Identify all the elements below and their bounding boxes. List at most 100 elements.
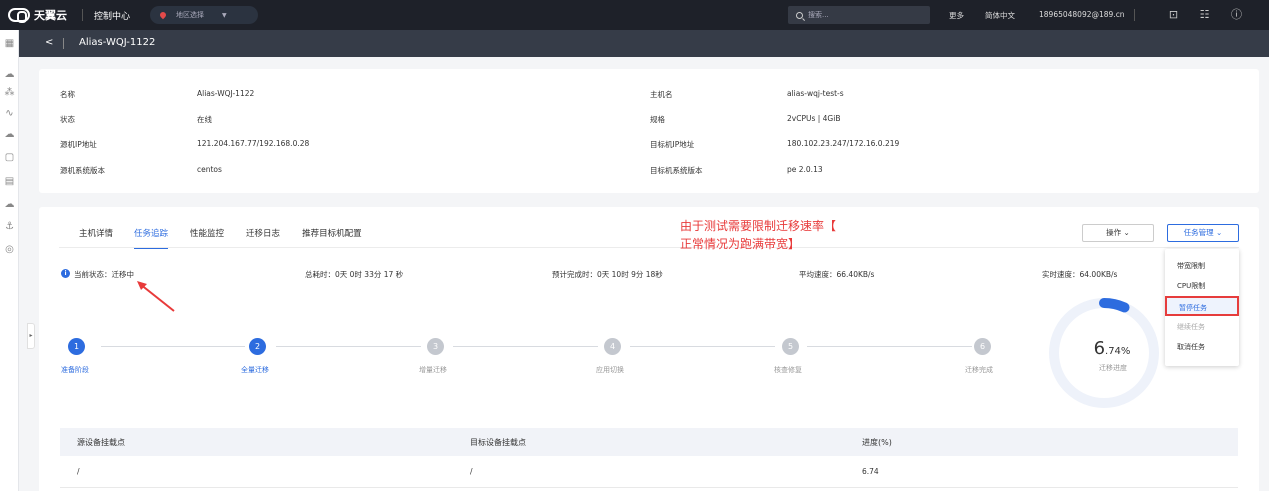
realtime-speed: 实时速度：64.00KB/s: [1042, 270, 1118, 279]
task-management-menu: 带宽限制 CPU限制 暂停任务 继续任务 取消任务: [1165, 249, 1239, 366]
cloud-icon[interactable]: ☁: [4, 69, 15, 80]
document-icon[interactable]: ▤: [4, 176, 15, 187]
task-tracking-card: 主机详情 任务追踪 性能监控 迁移日志 推荐目标机配置 由于测试需要限制迁移速率…: [39, 207, 1259, 491]
target-os-label: 目标机系统版本: [650, 166, 703, 175]
cloud-logo-icon: [8, 8, 30, 23]
region-select[interactable]: 地区选择 ▼: [150, 6, 258, 24]
hostname-value: alias-wqj-test-s: [787, 89, 844, 98]
annotation-line-2: 正常情况为跑满带宽】: [680, 237, 801, 251]
tab-recommended-config[interactable]: 推荐目标机配置: [302, 227, 362, 249]
step-connector: [453, 346, 598, 347]
chat-icon[interactable]: ◎: [4, 244, 15, 255]
anchor-icon[interactable]: ⚓: [4, 221, 15, 232]
chevron-down-icon: ▼: [222, 11, 227, 19]
location-pin-icon: [158, 10, 168, 20]
grid-menu-icon[interactable]: ▦: [4, 38, 15, 49]
tab-migration-log[interactable]: 迁移日志: [246, 227, 280, 249]
page-icon[interactable]: ▢: [4, 152, 15, 163]
name-label: 名称: [60, 90, 75, 99]
search-placeholder: 搜索...: [808, 11, 829, 19]
tab-underline: [59, 247, 1239, 248]
top-bar: 天翼云 控制中心 地区选择 ▼ 搜索... 更多 简体中文 1896504809…: [0, 0, 1269, 30]
annotation-arrow-icon: [137, 281, 175, 312]
region-placeholder: 地区选择: [176, 11, 204, 19]
step-2-label: 全量迁移: [241, 366, 269, 374]
more-link[interactable]: 更多: [949, 10, 964, 21]
divider: [63, 38, 64, 49]
step-3-circle: 3: [427, 338, 444, 355]
progress-dec: .74%: [1105, 346, 1131, 357]
hostname-label: 主机名: [650, 90, 673, 99]
step-5-circle: 5: [782, 338, 799, 355]
table-cell: /: [470, 467, 473, 476]
menu-item-cancel-task[interactable]: 取消任务: [1165, 337, 1239, 357]
brand-logo[interactable]: 天翼云: [8, 7, 67, 23]
column-header: 源设备挂载点: [77, 438, 125, 447]
source-ip-value: 121.204.167.77/192.168.0.28: [197, 139, 310, 148]
divider: [1134, 9, 1135, 21]
menu-item-bandwidth-limit[interactable]: 带宽限制: [1165, 256, 1239, 276]
divider: [82, 9, 83, 21]
status-value: 在线: [197, 115, 212, 124]
step-1-circle: 1: [68, 338, 85, 355]
search-icon: [796, 11, 803, 19]
source-os-label: 源机系统版本: [60, 166, 105, 175]
page-title: Alias-WQJ-1122: [79, 37, 156, 48]
step-connector: [276, 346, 421, 347]
step-connector: [630, 346, 775, 347]
help-icon[interactable]: ⓘ: [1230, 8, 1243, 21]
progress-value: 6.74%: [1072, 338, 1152, 359]
tab-host-details[interactable]: 主机详情: [79, 227, 113, 249]
cloud-sync-icon[interactable]: ☁: [4, 199, 15, 210]
target-ip-value: 180.102.23.247/172.16.0.219: [787, 139, 900, 148]
tab-task-tracking[interactable]: 任务追踪: [134, 227, 169, 249]
operations-button[interactable]: 操作 ⌄: [1082, 224, 1154, 242]
table-cell: 6.74: [862, 467, 879, 476]
menu-item-resume-task[interactable]: 继续任务: [1165, 317, 1239, 337]
back-icon[interactable]: <: [45, 37, 53, 48]
language-link[interactable]: 简体中文: [985, 10, 1015, 21]
menu-item-cpu-limit[interactable]: CPU限制: [1165, 276, 1239, 296]
progress-label: 迁移进度: [1099, 364, 1127, 372]
current-status: 当前状态：迁移中: [74, 270, 134, 279]
step-3-label: 增量迁移: [419, 366, 447, 374]
table-header: 源设备挂载点 目标设备挂载点 进度(%): [60, 428, 1238, 456]
console-link[interactable]: 控制中心: [94, 9, 130, 22]
sidebar: ▦ ☁ ⁂ ∿ ☁ ▢ ▤ ☁ ⚓ ◎: [0, 30, 19, 491]
step-connector: [101, 346, 245, 347]
info-icon: i: [61, 269, 70, 278]
page-header: < Alias-WQJ-1122: [19, 30, 1269, 57]
brand-name: 天翼云: [34, 9, 67, 22]
cloud-storage-icon[interactable]: ☁: [4, 129, 15, 140]
message-icon[interactable]: ⊡: [1167, 8, 1180, 21]
estimated-time: 预计完成时：0天 10时 9分 18秒: [552, 270, 663, 279]
status-label: 状态: [60, 115, 75, 124]
step-6-label: 迁移完成: [965, 366, 993, 374]
spec-label: 规格: [650, 115, 665, 124]
sidebar-collapse-handle[interactable]: ▸: [27, 323, 35, 349]
wave-icon[interactable]: ∿: [4, 108, 15, 119]
target-os-value: pe 2.0.13: [787, 165, 823, 174]
spec-value: 2vCPUs | 4GiB: [787, 114, 841, 123]
annotation-line-1: 由于测试需要限制迁移速率【: [680, 219, 837, 233]
column-header: 目标设备挂载点: [470, 438, 526, 447]
settings-sliders-icon[interactable]: ☷: [1198, 8, 1211, 21]
task-management-button[interactable]: 任务管理 ⌄: [1167, 224, 1239, 242]
step-4-circle: 4: [604, 338, 621, 355]
average-speed: 平均速度：66.40KB/s: [799, 270, 875, 279]
step-5-label: 核查修复: [774, 366, 802, 374]
cluster-icon[interactable]: ⁂: [4, 87, 15, 98]
table-row: / / 6.74: [60, 456, 1238, 488]
account-link[interactable]: 18965048092@189.cn: [1039, 10, 1125, 19]
step-4-label: 应用切换: [596, 366, 624, 374]
elapsed-time: 总耗时：0天 0时 33分 17 秒: [305, 270, 404, 279]
search-input[interactable]: 搜索...: [788, 6, 930, 24]
progress-int: 6: [1093, 338, 1106, 359]
column-header: 进度(%): [862, 438, 892, 447]
host-info-card: 名称 Alias-WQJ-1122 状态 在线 源机IP地址 121.204.1…: [39, 69, 1259, 193]
tab-performance[interactable]: 性能监控: [190, 227, 224, 249]
menu-item-pause-task[interactable]: 暂停任务: [1165, 296, 1239, 316]
source-os-value: centos: [197, 165, 222, 174]
step-connector: [807, 346, 972, 347]
annotation-note: 由于测试需要限制迁移速率【 正常情况为跑满带宽】: [680, 217, 836, 253]
